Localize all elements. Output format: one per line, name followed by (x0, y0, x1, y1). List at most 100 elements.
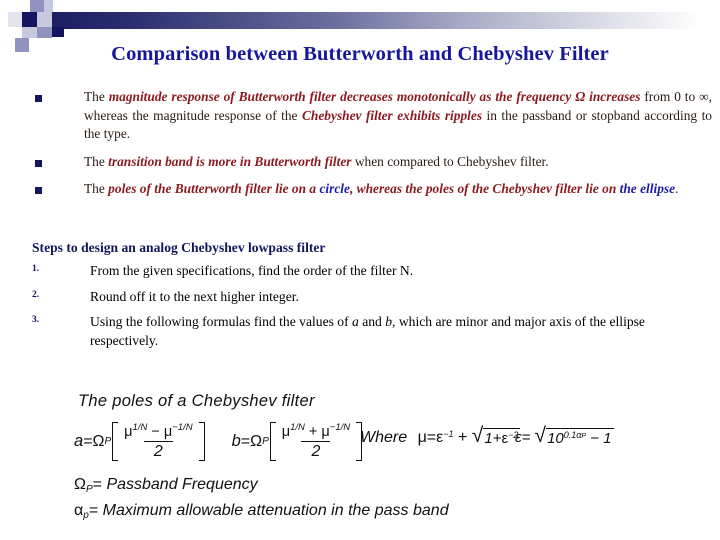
bullet-text: The magnitude response of Butterworth fi… (84, 88, 712, 144)
eq-b-omega: Ω (250, 432, 263, 450)
eps-base: 10 (547, 430, 564, 447)
step-number: 1. (32, 264, 40, 274)
eq-a-equals: = (83, 432, 93, 450)
equation-row: a = ΩP μ1/N − μ−1/N 2 b = ΩP μ1/N + μ−1/… (74, 422, 363, 461)
bracket-left-a (112, 422, 119, 461)
deco-square-light-1 (37, 12, 52, 27)
radicand-mu-a: 1+ (484, 430, 502, 447)
deco-square-light-top (44, 0, 53, 12)
mu-b-1: μ (281, 424, 291, 440)
deco-square-dark-2 (52, 27, 64, 37)
bracket-right-a (198, 422, 205, 461)
bullet-item: The transition band is more in Butterwor… (0, 153, 720, 172)
radical-mu: √ 1+ε−2 (472, 425, 521, 447)
eps-exponent-sub: P (581, 433, 587, 440)
bullet-text-run: The (84, 153, 109, 169)
bullet-text-run: magnitude response of Butterworth filter… (108, 89, 641, 104)
bullet-list: The magnitude response of Butterworth fi… (0, 88, 720, 208)
bullet-text-run: . (675, 181, 679, 196)
deco-square-mid-2 (37, 27, 52, 38)
where-clause: Where μ=ε−1 + √ 1+ε−2 (360, 425, 521, 447)
eq-b-lhs: b (231, 432, 241, 450)
bullet-text-run: when compared to Chebyshev filter. (351, 153, 549, 169)
equation-a: a = ΩP μ1/N − μ−1/N 2 (74, 422, 206, 461)
mu-def-eps-exp: −1 (443, 429, 454, 439)
deco-square-dark-1 (22, 12, 37, 27)
square-bullet-icon (35, 187, 42, 194)
mu-def-plus: + (458, 429, 468, 446)
mu-def-equals: = (426, 429, 437, 446)
bullet-item: The poles of the Butterworth filter lie … (0, 180, 720, 199)
fraction-b: μ1/N + μ−1/N 2 (277, 422, 355, 461)
slide-title: Comparison between Butterworth and Cheby… (111, 43, 609, 65)
eq-a-omega: Ω (92, 432, 105, 450)
eq-b-equals: = (240, 432, 251, 450)
radical-sign-eps: √ (534, 424, 547, 447)
step-item: 3. Using the following formulas find the … (32, 312, 712, 350)
bullet-text-run: circle (319, 181, 350, 196)
deco-square-mid-top (30, 0, 44, 12)
formula-block: The poles of a Chebyshev filter a = ΩP μ… (60, 392, 710, 537)
step-text: Using the following formulas find the va… (90, 314, 645, 348)
step-item: 1. From the given specifications, find th… (32, 261, 712, 283)
bullet-text-run: poles of the Butterworth filter lie on a (108, 181, 320, 196)
step-item: 2. Round off it to the next higher intege… (32, 287, 712, 309)
legend-omega-text: Passband Frequency (106, 476, 258, 493)
legend-line-alpha: αp= Maximum allowable attenuation in the… (74, 502, 449, 521)
mu-a-1: μ (124, 424, 133, 440)
bullet-text-run: the ellipse (619, 181, 676, 196)
deco-square-light-2 (22, 27, 37, 38)
fraction-a: μ1/N − μ−1/N 2 (119, 422, 197, 461)
gradient-bar (52, 12, 720, 29)
deco-square-pale-1 (8, 12, 22, 27)
steps-list: 1. From the given specifications, find th… (32, 261, 712, 354)
legend-alpha-equals: = (88, 502, 99, 519)
bullet-text-run: The (84, 181, 109, 196)
square-bullet-icon (35, 95, 42, 102)
bullet-text-run: The (84, 89, 109, 104)
fraction-a-denominator: 2 (143, 441, 173, 461)
fraction-a-numerator: μ1/N − μ−1/N (122, 422, 194, 441)
header-decoration (0, 0, 720, 52)
legend-alpha-symbol: α (74, 502, 84, 519)
legend-omega-equals: = (92, 476, 102, 493)
legend-line-omega: ΩP= Passband Frequency (74, 476, 258, 495)
bullet-item: The magnitude response of Butterworth fi… (0, 88, 720, 144)
bracket-left-b (269, 422, 276, 461)
eps-def-equals: = (521, 429, 531, 446)
step-text: From the given specifications, find the … (90, 263, 414, 278)
mu-def-lhs: μ (417, 429, 427, 446)
radicand-eps: 100.1αP − 1 (546, 428, 614, 447)
eq-a-lhs: a (74, 432, 84, 450)
mu-a-1-exp: 1/N (132, 422, 148, 433)
eq-b-omega-sub: P (262, 436, 269, 447)
mu-a-2-exp: −1/N (172, 422, 193, 433)
legend-omega-symbol: Ω (74, 476, 86, 493)
bullet-text: The transition band is more in Butterwor… (84, 153, 712, 172)
mu-b-1-exp: 1/N (290, 422, 305, 433)
eq-a-omega-sub: P (104, 436, 112, 447)
eq-b-operator: + (308, 424, 318, 440)
mu-b-2-exp: −1/N (329, 422, 351, 433)
eps-def-lhs: ε (515, 429, 522, 446)
epsilon-definition: ε= √ 100.1αP − 1 (515, 424, 614, 447)
fraction-b-numerator: μ1/N + μ−1/N (280, 422, 352, 441)
equation-b: b = ΩP μ1/N + μ−1/N 2 (232, 422, 364, 461)
step-text: Round off it to the next higher integer. (90, 288, 299, 304)
steps-heading: Steps to design an analog Chebyshev lowp… (32, 240, 326, 255)
step-number: 3. (32, 315, 40, 325)
mu-a-2: μ (163, 424, 173, 440)
legend-omega-sub: P (85, 484, 93, 495)
step-number: 2. (32, 289, 40, 300)
square-bullet-icon (35, 159, 42, 167)
formula-caption: The poles of a Chebyshev filter (78, 392, 315, 410)
eq-a-operator: − (151, 424, 160, 440)
bullet-text-run: transition band is more in Butterworth f… (108, 153, 352, 169)
eps-exponent: 0.1α (563, 430, 582, 440)
radical-eps: √ 100.1αP − 1 (534, 424, 614, 447)
bullet-text: The poles of the Butterworth filter lie … (84, 180, 712, 199)
bullet-text-run: Chebyshev filter exhibits ripples (301, 107, 483, 123)
eps-minus-one: − 1 (590, 430, 612, 447)
bullet-text-run: , whereas the poles of the Chebyshev fil… (349, 181, 620, 196)
mu-b-2: μ (321, 424, 330, 440)
